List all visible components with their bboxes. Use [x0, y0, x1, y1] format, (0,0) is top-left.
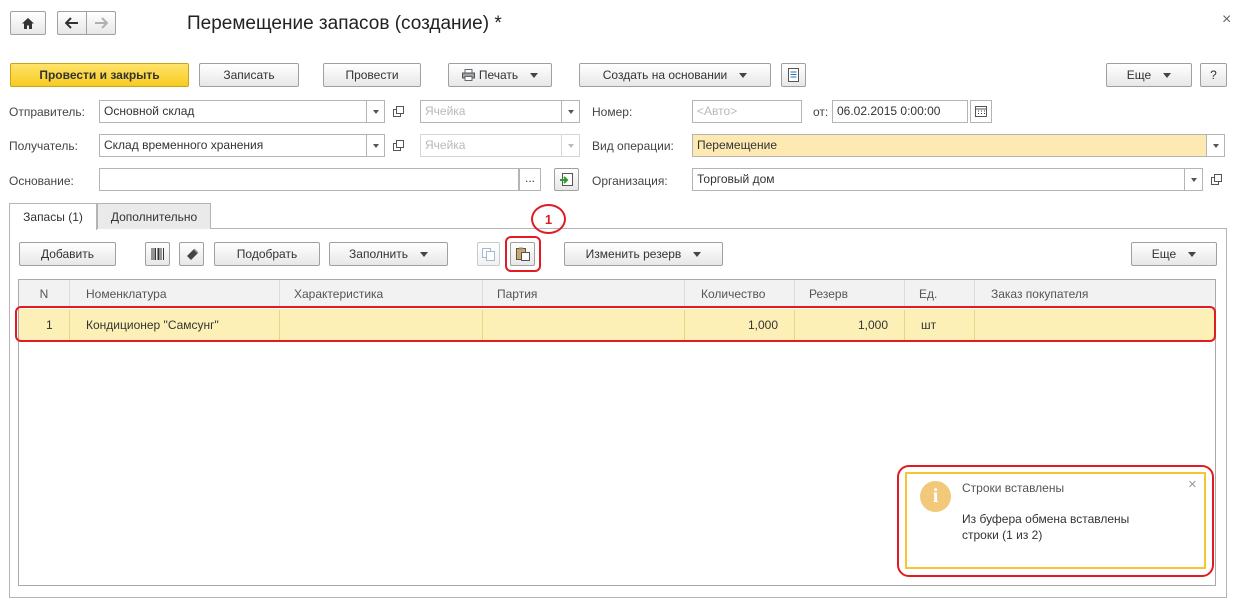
more-button[interactable]: Еще: [1106, 63, 1192, 87]
tab-additional[interactable]: Дополнительно: [97, 203, 211, 229]
forward-button[interactable]: [86, 11, 116, 35]
sender-dropdown[interactable]: [367, 100, 385, 123]
sender-field[interactable]: Основной склад: [99, 100, 367, 123]
chevron-down-icon: [1163, 72, 1172, 78]
notification-title: Строки вставлены: [962, 481, 1065, 495]
calendar-button[interactable]: [970, 100, 992, 123]
print-label: Печать: [478, 68, 519, 82]
column-header-n[interactable]: N: [19, 280, 70, 308]
back-button[interactable]: [57, 11, 87, 35]
operation-dropdown[interactable]: [1207, 134, 1225, 157]
home-icon: [22, 17, 34, 29]
close-window-button[interactable]: ×: [1222, 11, 1231, 29]
sender-cell-dropdown[interactable]: [562, 100, 580, 123]
printer-icon: [461, 69, 475, 81]
chevron-down-icon: [1190, 177, 1197, 182]
notification-message: Из буфера обмена вставлены строки (1 из …: [962, 512, 1130, 542]
arrow-right-icon: [95, 17, 108, 29]
receiver-cell-dropdown[interactable]: [562, 134, 580, 157]
chevron-down-icon: [693, 251, 702, 257]
basis-select-button[interactable]: ...: [519, 168, 541, 191]
fill-from-basis-icon: [559, 173, 573, 186]
create-based-on-button[interactable]: Создать на основании: [579, 63, 771, 87]
open-icon: [392, 139, 404, 151]
chevron-down-icon: [1188, 251, 1197, 257]
open-icon: [1210, 173, 1222, 185]
save-button[interactable]: Записать: [199, 63, 299, 87]
help-button[interactable]: ?: [1200, 63, 1227, 87]
change-reserve-label: Изменить резерв: [585, 247, 682, 261]
operation-field[interactable]: Перемещение: [692, 134, 1207, 157]
notification-close-button[interactable]: ×: [1188, 476, 1197, 493]
add-row-button[interactable]: Добавить: [19, 242, 116, 266]
organization-dropdown[interactable]: [1185, 168, 1203, 191]
chevron-down-icon: [739, 72, 748, 78]
sender-cell-field[interactable]: Ячейка: [420, 100, 562, 123]
number-field[interactable]: <Авто>: [692, 100, 802, 123]
fill-button[interactable]: Заполнить: [329, 242, 448, 266]
receiver-dropdown[interactable]: [367, 134, 385, 157]
table-more-button[interactable]: Еще: [1131, 242, 1217, 266]
open-icon: [392, 105, 404, 117]
column-header-batch[interactable]: Партия: [483, 280, 685, 308]
receiver-label: Получатель:: [9, 139, 78, 153]
home-button[interactable]: [10, 11, 46, 35]
tab-stocks[interactable]: Запасы (1): [9, 203, 97, 230]
page-title: Перемещение запасов (создание) *: [187, 13, 502, 34]
document-icon: [788, 68, 799, 82]
chevron-down-icon: [567, 143, 574, 148]
print-button[interactable]: Печать: [448, 63, 552, 87]
chevron-down-icon: [419, 251, 428, 257]
sender-label: Отправитель:: [9, 105, 85, 119]
column-header-reserve[interactable]: Резерв: [795, 280, 905, 308]
paste-highlight-frame: [505, 236, 541, 272]
organization-label: Организация:: [592, 174, 668, 188]
change-reserve-button[interactable]: Изменить резерв: [564, 242, 723, 266]
basis-fill-button[interactable]: [554, 168, 579, 191]
column-header-item[interactable]: Номенклатура: [70, 280, 280, 308]
create-based-on-label: Создать на основании: [602, 68, 728, 82]
receiver-cell-field[interactable]: Ячейка: [420, 134, 562, 157]
calendar-icon: [975, 106, 987, 117]
info-icon: i: [920, 481, 951, 512]
barcode-icon: [151, 248, 164, 260]
annotation-marker: 1: [531, 204, 566, 234]
basis-field[interactable]: [99, 168, 519, 191]
organization-field[interactable]: Торговый дом: [692, 168, 1185, 191]
date-from-label: от:: [813, 105, 829, 119]
number-label: Номер:: [592, 105, 633, 119]
column-header-order[interactable]: Заказ покупателя: [975, 280, 1215, 308]
arrow-left-icon: [65, 17, 78, 29]
barcode-button[interactable]: [145, 242, 170, 266]
date-field[interactable]: 06.02.2015 0:00:00: [832, 100, 968, 123]
organization-open-button[interactable]: [1207, 169, 1225, 189]
fill-label: Заполнить: [349, 247, 408, 261]
copy-rows-button[interactable]: [477, 242, 500, 266]
column-header-quantity[interactable]: Количество: [685, 280, 795, 308]
notification-popup: i Строки вставлены Из буфера обмена вста…: [905, 472, 1206, 569]
sender-open-button[interactable]: [389, 101, 407, 121]
chevron-down-icon: [372, 109, 379, 114]
document-structure-button[interactable]: [781, 63, 806, 87]
receiver-field[interactable]: Склад временного хранения: [99, 134, 367, 157]
post-button[interactable]: Провести: [323, 63, 421, 87]
table-more-label: Еще: [1151, 247, 1177, 261]
operation-label: Вид операции:: [592, 139, 674, 153]
column-header-characteristic[interactable]: Характеристика: [280, 280, 483, 308]
column-header-unit[interactable]: Ед.: [905, 280, 975, 308]
pasted-row-highlight-frame: [15, 306, 1216, 342]
copy-icon: [482, 247, 495, 261]
chevron-down-icon: [372, 143, 379, 148]
more-label: Еще: [1126, 68, 1152, 82]
basis-label: Основание:: [9, 174, 74, 188]
scanner-icon: [186, 248, 199, 260]
pick-button[interactable]: Подобрать: [214, 242, 320, 266]
data-collection-button[interactable]: [179, 242, 204, 266]
post-and-close-button[interactable]: Провести и закрыть: [10, 63, 189, 87]
chevron-down-icon: [1212, 143, 1219, 148]
chevron-down-icon: [567, 109, 574, 114]
chevron-down-icon: [530, 72, 539, 78]
receiver-open-button[interactable]: [389, 135, 407, 155]
